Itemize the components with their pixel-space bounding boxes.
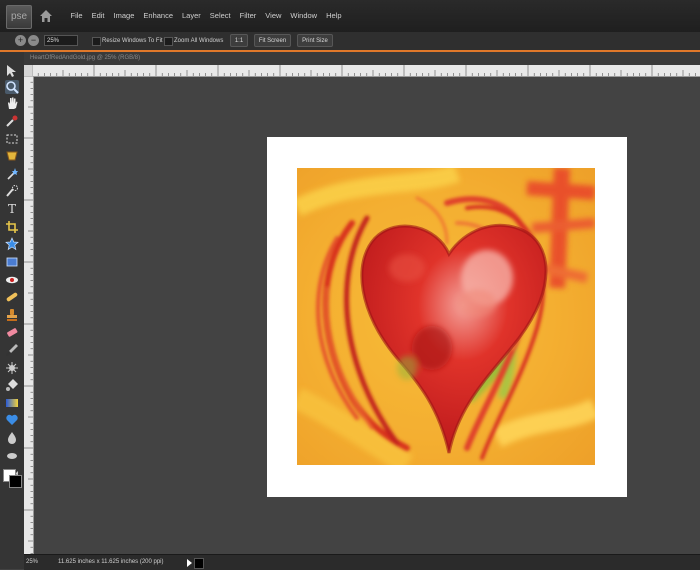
zoom-in-button[interactable]: +: [15, 35, 26, 46]
zoom-all-windows-label: Zoom All Windows: [174, 38, 224, 44]
zoom-icon[interactable]: [5, 80, 19, 94]
toolbox: T: [0, 52, 25, 569]
status-zoom[interactable]: 25%: [26, 555, 38, 570]
clone-stamp-icon[interactable]: [5, 308, 19, 322]
status-swatch: [194, 558, 204, 569]
menu-enhance[interactable]: Enhance: [139, 0, 178, 32]
horizontal-ruler[interactable]: [32, 65, 700, 77]
lasso-icon[interactable]: [5, 149, 19, 163]
print-size-button[interactable]: Print Size: [297, 34, 333, 47]
menu-window[interactable]: Window: [286, 0, 322, 32]
straighten-icon[interactable]: [5, 255, 19, 269]
zoom-out-button[interactable]: −: [28, 35, 39, 46]
zoom-all-windows-checkbox[interactable]: [164, 37, 173, 46]
document-tab[interactable]: HeartOfRedAndGold.jpg @ 25% (RGB/8): [24, 52, 700, 65]
menu-layer[interactable]: Layer: [178, 0, 206, 32]
fit-screen-button[interactable]: Fit Screen: [254, 34, 291, 47]
menu-bar: pse File Edit Image Enhance Layer Select…: [0, 0, 700, 33]
status-menu-arrow-icon[interactable]: [187, 559, 192, 567]
paint-bucket-icon[interactable]: [5, 378, 19, 392]
background-color-swatch[interactable]: [9, 475, 22, 488]
blur-icon[interactable]: [5, 431, 19, 445]
hand-icon[interactable]: [5, 96, 19, 110]
spot-healing-icon[interactable]: [5, 290, 19, 304]
vertical-ruler[interactable]: [24, 76, 34, 554]
cookie-cutter-icon[interactable]: [5, 237, 19, 251]
status-bar: 25% 11.625 inches x 11.625 inches (200 p…: [24, 554, 700, 570]
ruler-origin[interactable]: [24, 65, 32, 76]
red-eye-icon[interactable]: [5, 273, 19, 287]
sponge-icon[interactable]: [5, 449, 19, 463]
marquee-icon[interactable]: [5, 132, 19, 146]
smart-brush-icon[interactable]: [5, 361, 19, 375]
gradient-icon[interactable]: [5, 396, 19, 410]
document-size-info: 11.625 inches x 11.625 inches (200 ppi): [58, 559, 164, 565]
move-icon[interactable]: [5, 64, 19, 78]
menu-file[interactable]: File: [66, 0, 87, 32]
main-menu: File Edit Image Enhance Layer Select Fil…: [66, 0, 346, 32]
home-icon[interactable]: [38, 8, 54, 24]
type-icon[interactable]: T: [5, 202, 19, 216]
resize-windows-checkbox[interactable]: [92, 37, 101, 46]
actual-pixels-button[interactable]: 1:1: [230, 34, 248, 47]
eyedropper-icon[interactable]: [5, 114, 19, 128]
quick-selection-icon[interactable]: [5, 184, 19, 198]
document-title: HeartOfRedAndGold.jpg @ 25% (RGB/8): [30, 55, 141, 61]
resize-windows-label: Resize Windows To Fit: [102, 38, 163, 44]
menu-filter[interactable]: Filter: [235, 0, 261, 32]
heart-painting: [297, 168, 595, 465]
menu-view[interactable]: View: [261, 0, 286, 32]
zoom-level-field[interactable]: 25%: [44, 35, 78, 46]
custom-shape-icon[interactable]: [5, 413, 19, 427]
menu-help[interactable]: Help: [322, 0, 346, 32]
brush-icon[interactable]: [5, 343, 19, 357]
eraser-icon[interactable]: [5, 325, 19, 339]
options-bar: + − 25% Resize Windows To Fit Zoom All W…: [0, 32, 700, 52]
menu-select[interactable]: Select: [205, 0, 235, 32]
menu-edit[interactable]: Edit: [87, 0, 109, 32]
crop-icon[interactable]: [5, 220, 19, 234]
menu-image[interactable]: Image: [109, 0, 139, 32]
app-logo: pse: [6, 5, 32, 29]
magic-wand-icon[interactable]: [5, 167, 19, 181]
